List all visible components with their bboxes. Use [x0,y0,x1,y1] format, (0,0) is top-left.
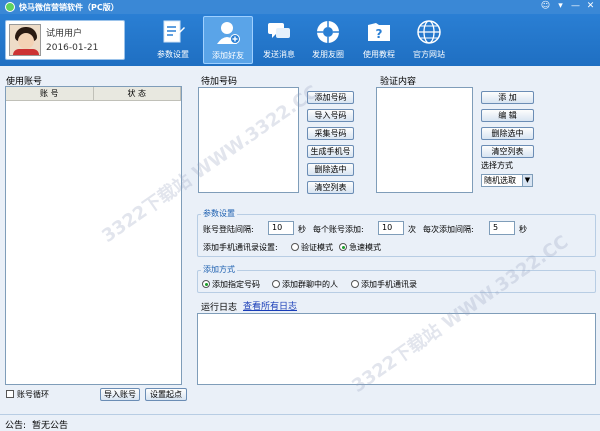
contacts-mode-label: 添加手机通讯录设置: [203,243,278,252]
notice-text: 暂无公告 [32,421,69,431]
notice-label: 公告: [5,421,27,431]
clear-list-button[interactable]: 清空列表 [307,181,354,194]
per-account-input[interactable]: 10 [378,221,404,235]
method-specified-label: 添加指定号码 [212,280,260,289]
method-group-chat-radio[interactable] [272,280,280,288]
svg-text:?: ? [376,27,383,41]
column-status[interactable]: 状 态 [94,87,181,100]
add-interval-input[interactable]: 5 [489,221,515,235]
status-bar: 公告: 暂无公告 [0,414,600,431]
chevron-down-icon: ▼ [522,175,532,186]
verify-edit-button[interactable]: 编 辑 [481,109,534,122]
toolbar-tutorial-button[interactable]: ? 使用教程 [354,16,404,64]
verify-clear-button[interactable]: 清空列表 [481,145,534,158]
login-interval-input[interactable]: 10 [268,221,294,235]
unit-times: 次 [408,225,416,234]
unit-sec: 秒 [298,225,306,234]
toolbar-send-message-button[interactable]: 发送消息 [254,16,304,64]
toolbar-moments-button[interactable]: 发朋友圈 [303,16,353,64]
method-specified-radio[interactable] [202,280,210,288]
pending-title: 待加号码 [201,77,238,87]
user-card: 试用用户 2016-01-21 [5,20,125,60]
verify-list[interactable] [376,87,473,193]
mode-fast-radio[interactable] [339,243,347,251]
user-name: 试用用户 [46,29,83,39]
select-mode-dropdown[interactable]: 随机选取 ▼ [481,174,533,187]
log-title: 运行日志 [201,303,238,313]
toolbar-website-button[interactable]: 官方网站 [404,16,454,64]
window-controls: ☺ ▾ — ✕ [540,1,596,12]
select-mode-label: 选择方式 [481,161,513,170]
globe-icon [414,18,444,46]
title-bar: 快马微信营销软件（PC版） ☺ ▾ — ✕ [0,0,600,14]
import-number-button[interactable]: 导入号码 [307,109,354,122]
account-loop-label: 账号循环 [17,390,49,399]
view-all-logs-link[interactable]: 查看所有日志 [243,299,297,312]
moments-icon [313,18,343,46]
import-accounts-button[interactable]: 导入账号 [100,388,140,401]
method-contacts-label: 添加手机通讯录 [361,280,417,289]
collect-number-button[interactable]: 采集号码 [307,127,354,140]
accounts-table-header: 账 号 状 态 [6,87,181,101]
unit-sec-2: 秒 [519,225,527,234]
verify-delete-button[interactable]: 删除选中 [481,127,534,140]
method-title: 添加方式 [201,264,237,275]
login-interval-label: 账号登陆间隔: [203,225,254,234]
accounts-table[interactable]: 账 号 状 态 [5,86,182,385]
per-account-label: 每个账号添加: [313,225,364,234]
toolbar-add-friend-button[interactable]: 添加好友 [203,16,253,64]
mode-fast-label: 急速模式 [349,243,381,252]
minimize-icon[interactable]: — [570,1,581,12]
mode-verify-label: 验证模式 [301,243,333,252]
delete-selected-button[interactable]: 删除选中 [307,163,354,176]
skin-icon[interactable]: ☺ [540,1,551,12]
toolbar-settings-button[interactable]: 参数设置 [148,16,198,64]
generate-phone-button[interactable]: 生成手机号 [307,145,354,158]
close-icon[interactable]: ✕ [585,1,596,12]
app-logo-icon [5,2,15,12]
mode-verify-radio[interactable] [291,243,299,251]
verify-add-button[interactable]: 添 加 [481,91,534,104]
toolbar: 试用用户 2016-01-21 参数设置 添加好友 发送消息 发朋友圈 ? 使用… [0,14,600,66]
method-group-chat-label: 添加群聊中的人 [282,280,338,289]
add-friend-icon [213,19,243,47]
message-icon [264,18,294,46]
avatar[interactable] [9,24,41,56]
set-start-button[interactable]: 设置起点 [145,388,187,401]
add-interval-label: 每次添加间隔: [423,225,474,234]
tutorial-icon: ? [364,18,394,46]
menu-icon[interactable]: ▾ [555,1,566,12]
verify-title: 验证内容 [380,77,417,87]
user-date: 2016-01-21 [46,43,99,53]
params-title: 参数设置 [201,208,237,219]
settings-doc-icon [158,18,188,46]
method-contacts-radio[interactable] [351,280,359,288]
account-loop-checkbox[interactable] [6,390,14,398]
column-account[interactable]: 账 号 [6,87,94,100]
window-title: 快马微信营销软件（PC版） [19,2,119,12]
